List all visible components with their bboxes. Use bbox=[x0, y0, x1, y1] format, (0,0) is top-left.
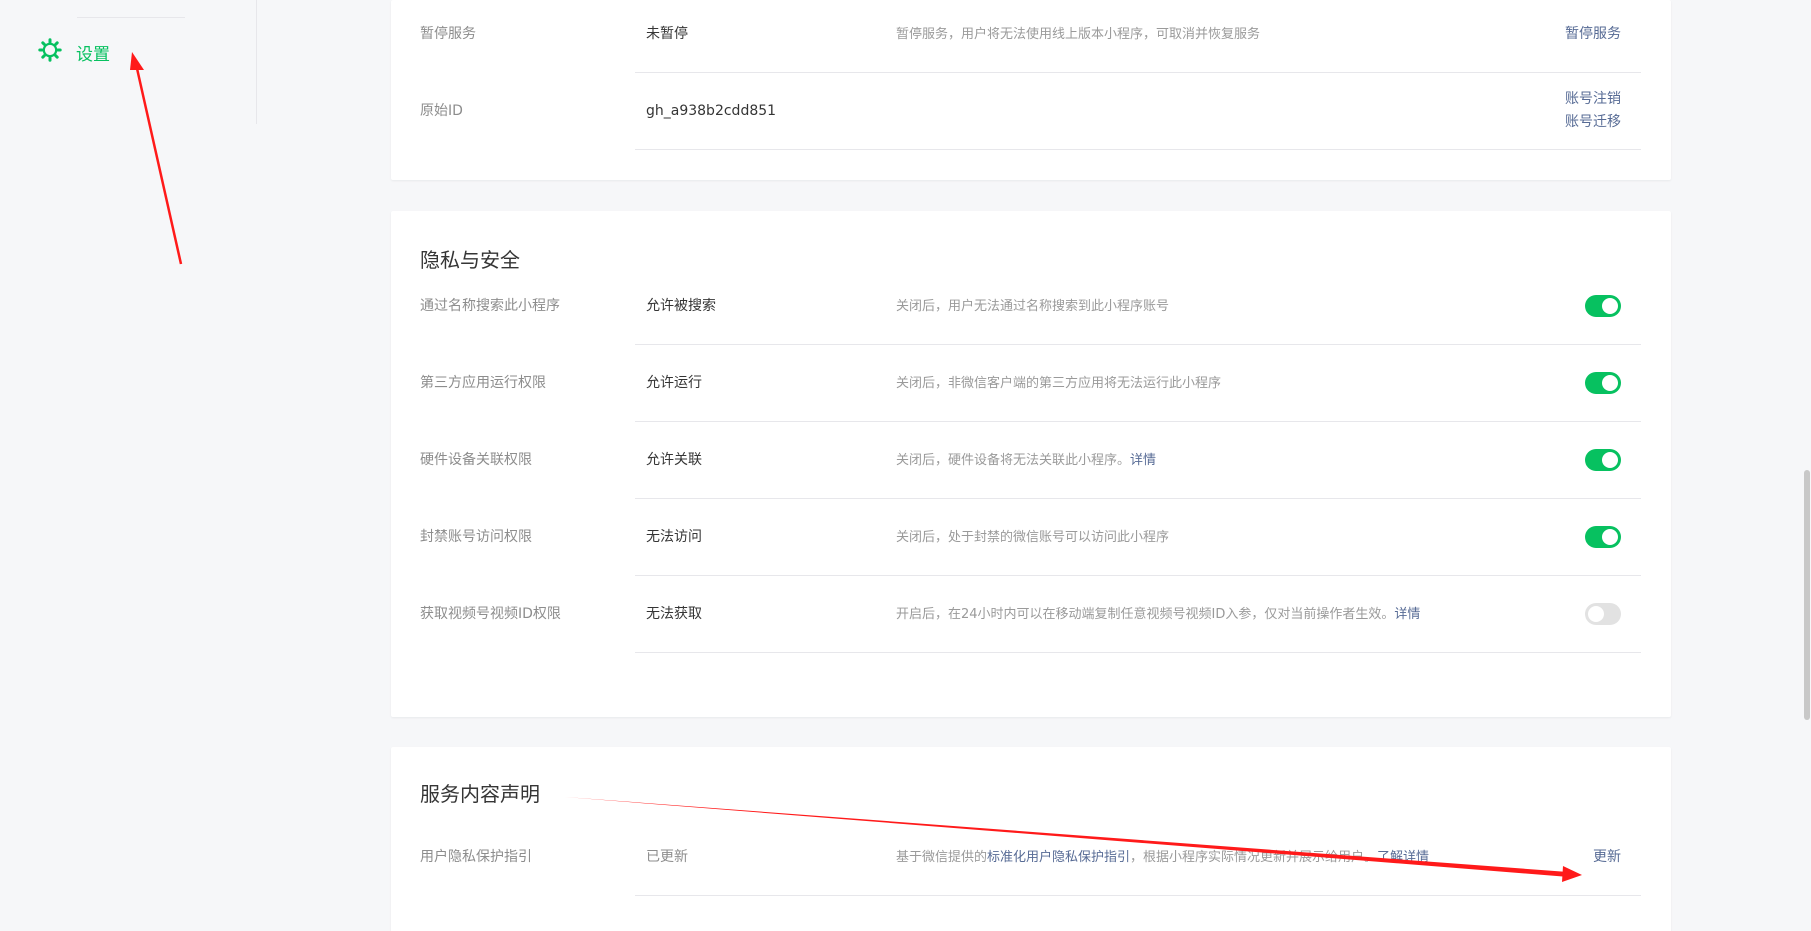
sidebar-divider bbox=[77, 17, 185, 18]
row-value: 允许被搜索 bbox=[646, 298, 716, 314]
row-label: 硬件设备关联权限 bbox=[420, 452, 532, 468]
description-text: 关闭后，硬件设备将无法关联此小程序。 bbox=[896, 453, 1131, 468]
gear-icon bbox=[38, 38, 62, 66]
toggle-knob bbox=[1602, 452, 1618, 468]
row-label: 获取视频号视频ID权限 bbox=[420, 606, 561, 622]
privacy-guide-link[interactable]: 标准化用户隐私保护指引 bbox=[987, 850, 1130, 865]
row-divider bbox=[635, 895, 1641, 896]
account-migrate-link[interactable]: 账号迁移 bbox=[1565, 111, 1621, 134]
sidebar-item-label: 设置 bbox=[76, 44, 110, 65]
video-id-toggle-switch[interactable] bbox=[1585, 603, 1621, 625]
sidebar: 设置 bbox=[0, 0, 257, 124]
service-declaration-card: 服务内容声明 用户隐私保护指引 已更新 基于微信提供的标准化用户隐私保护指引，根… bbox=[391, 747, 1671, 931]
row-label: 通过名称搜索此小程序 bbox=[420, 298, 560, 314]
row-video-id-permission: 获取视频号视频ID权限 无法获取 开启后，在24小时内可以在移动端复制任意视频号… bbox=[391, 576, 1671, 653]
description-text: 开启后，在24小时内可以在移动端复制任意视频号视频ID入参，仅对当前操作者生效。 bbox=[896, 607, 1395, 622]
sidebar-item-settings[interactable]: 设置 bbox=[38, 38, 110, 66]
toggle-knob bbox=[1602, 529, 1618, 545]
search-toggle-switch[interactable] bbox=[1585, 295, 1621, 317]
account-cancel-link[interactable]: 账号注销 bbox=[1565, 88, 1621, 111]
toggle-knob bbox=[1588, 606, 1604, 622]
row-banned-account-access: 封禁账号访问权限 无法访问 关闭后，处于封禁的微信账号可以访问此小程序 bbox=[391, 499, 1671, 576]
row-description: 关闭后，处于封禁的微信账号可以访问此小程序 bbox=[896, 530, 1170, 545]
row-label: 用户隐私保护指引 bbox=[420, 849, 532, 865]
banned-access-toggle-switch[interactable] bbox=[1585, 526, 1621, 548]
card-title: 服务内容声明 bbox=[420, 782, 540, 806]
row-value: 已更新 bbox=[646, 849, 688, 865]
row-value: 允许关联 bbox=[646, 452, 702, 468]
row-search-by-name: 通过名称搜索此小程序 允许被搜索 关闭后，用户无法通过名称搜索到此小程序账号 bbox=[391, 268, 1671, 345]
row-description: 开启后，在24小时内可以在移动端复制任意视频号视频ID入参，仅对当前操作者生效。… bbox=[896, 576, 1420, 653]
row-value: 未暂停 bbox=[646, 26, 688, 42]
third-party-toggle-switch[interactable] bbox=[1585, 372, 1621, 394]
row-divider bbox=[635, 149, 1641, 150]
row-description: 关闭后，硬件设备将无法关联此小程序。详情 bbox=[896, 422, 1156, 499]
row-description: 基于微信提供的标准化用户隐私保护指引，根据小程序实际情况更新并展示给用户。了解详… bbox=[896, 819, 1429, 896]
privacy-security-card: 隐私与安全 通过名称搜索此小程序 允许被搜索 关闭后，用户无法通过名称搜索到此小… bbox=[391, 211, 1671, 717]
row-original-id: 原始ID gh_a938b2cdd851 账号注销 账号迁移 bbox=[391, 73, 1671, 150]
account-actions: 账号注销 账号迁移 bbox=[1565, 88, 1621, 134]
details-link[interactable]: 详情 bbox=[1394, 607, 1420, 622]
row-divider bbox=[635, 652, 1641, 653]
row-label: 暂停服务 bbox=[420, 26, 476, 42]
toggle-knob bbox=[1602, 298, 1618, 314]
row-privacy-guide: 用户隐私保护指引 已更新 基于微信提供的标准化用户隐私保护指引，根据小程序实际情… bbox=[391, 819, 1671, 896]
row-value: 无法访问 bbox=[646, 529, 702, 545]
scrollbar[interactable] bbox=[1803, 0, 1811, 931]
account-card: 暂停服务 未暂停 暂停服务，用户将无法使用线上版本小程序，可取消并恢复服务 暂停… bbox=[391, 0, 1671, 180]
row-label: 第三方应用运行权限 bbox=[420, 375, 546, 391]
description-text: 基于微信提供的 bbox=[896, 850, 988, 865]
row-third-party-run: 第三方应用运行权限 允许运行 关闭后，非微信客户端的第三方应用将无法运行此小程序 bbox=[391, 345, 1671, 422]
row-hardware-link: 硬件设备关联权限 允许关联 关闭后，硬件设备将无法关联此小程序。详情 bbox=[391, 422, 1671, 499]
learn-more-link[interactable]: 了解详情 bbox=[1377, 850, 1429, 865]
description-text: ，根据小程序实际情况更新并展示给用户。 bbox=[1130, 850, 1378, 865]
row-description: 关闭后，用户无法通过名称搜索到此小程序账号 bbox=[896, 299, 1170, 314]
row-value: 无法获取 bbox=[646, 606, 702, 622]
pause-service-link[interactable]: 暂停服务 bbox=[1565, 0, 1621, 73]
row-label: 原始ID bbox=[420, 103, 463, 119]
scrollbar-thumb[interactable] bbox=[1804, 470, 1810, 720]
row-description: 关闭后，非微信客户端的第三方应用将无法运行此小程序 bbox=[896, 376, 1222, 391]
row-value: 允许运行 bbox=[646, 375, 702, 391]
toggle-knob bbox=[1602, 375, 1618, 391]
row-label: 封禁账号访问权限 bbox=[420, 529, 532, 545]
row-pause-service: 暂停服务 未暂停 暂停服务，用户将无法使用线上版本小程序，可取消并恢复服务 暂停… bbox=[391, 0, 1671, 73]
settings-page: 设置 暂停服务 未暂停 暂停服务，用户将无法使用线上版本小程序，可取消并恢复服务… bbox=[0, 0, 1811, 931]
update-link[interactable]: 更新 bbox=[1593, 819, 1621, 896]
row-description: 暂停服务，用户将无法使用线上版本小程序，可取消并恢复服务 bbox=[896, 27, 1261, 42]
original-id-value: gh_a938b2cdd851 bbox=[646, 103, 777, 119]
hardware-toggle-switch[interactable] bbox=[1585, 449, 1621, 471]
details-link[interactable]: 详情 bbox=[1130, 453, 1156, 468]
